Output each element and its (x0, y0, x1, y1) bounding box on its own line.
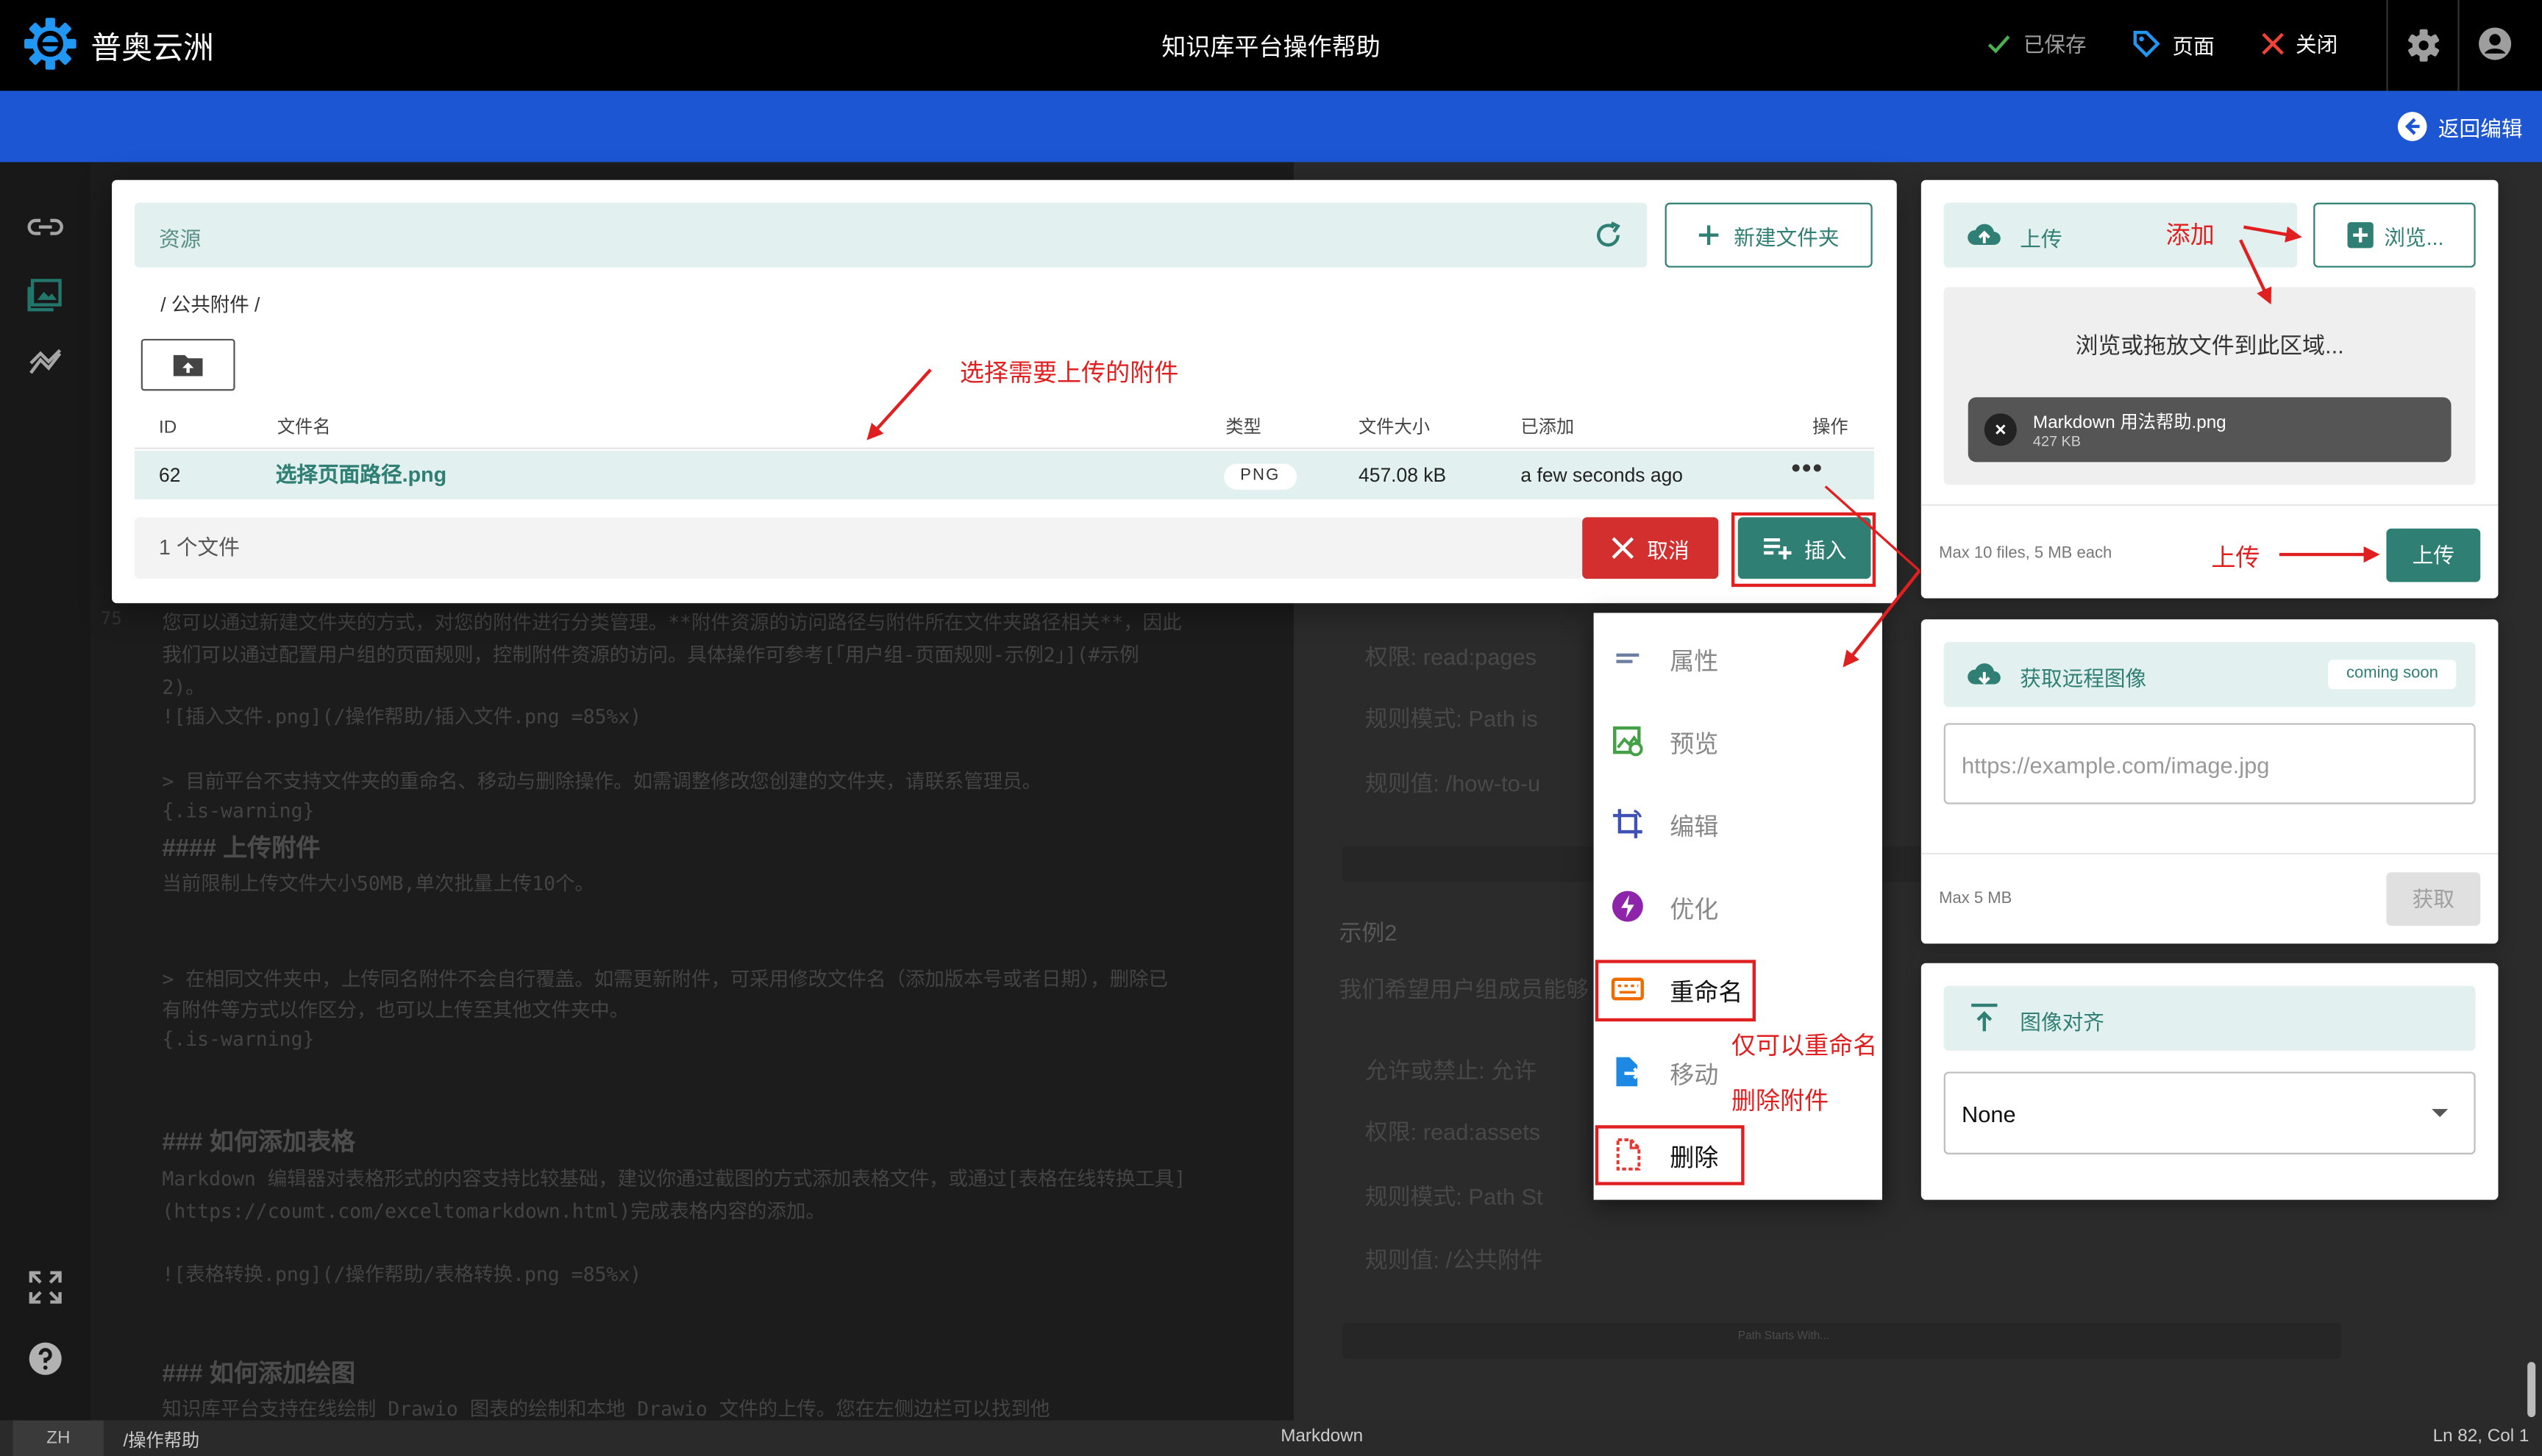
annotation-arrows (866, 225, 2380, 668)
arrow-menu-connector (1824, 485, 1920, 572)
arrow-add-browse (2243, 225, 2302, 243)
arrow-add-dropzone (2239, 239, 2272, 305)
arrow-select-file (866, 368, 932, 440)
screen: 普奥云洲 知识库平台操作帮助 已保存 页面 关闭 返回编辑 75 您可以通过新建… (0, 0, 2542, 1456)
arrow-menu (1843, 569, 1921, 668)
